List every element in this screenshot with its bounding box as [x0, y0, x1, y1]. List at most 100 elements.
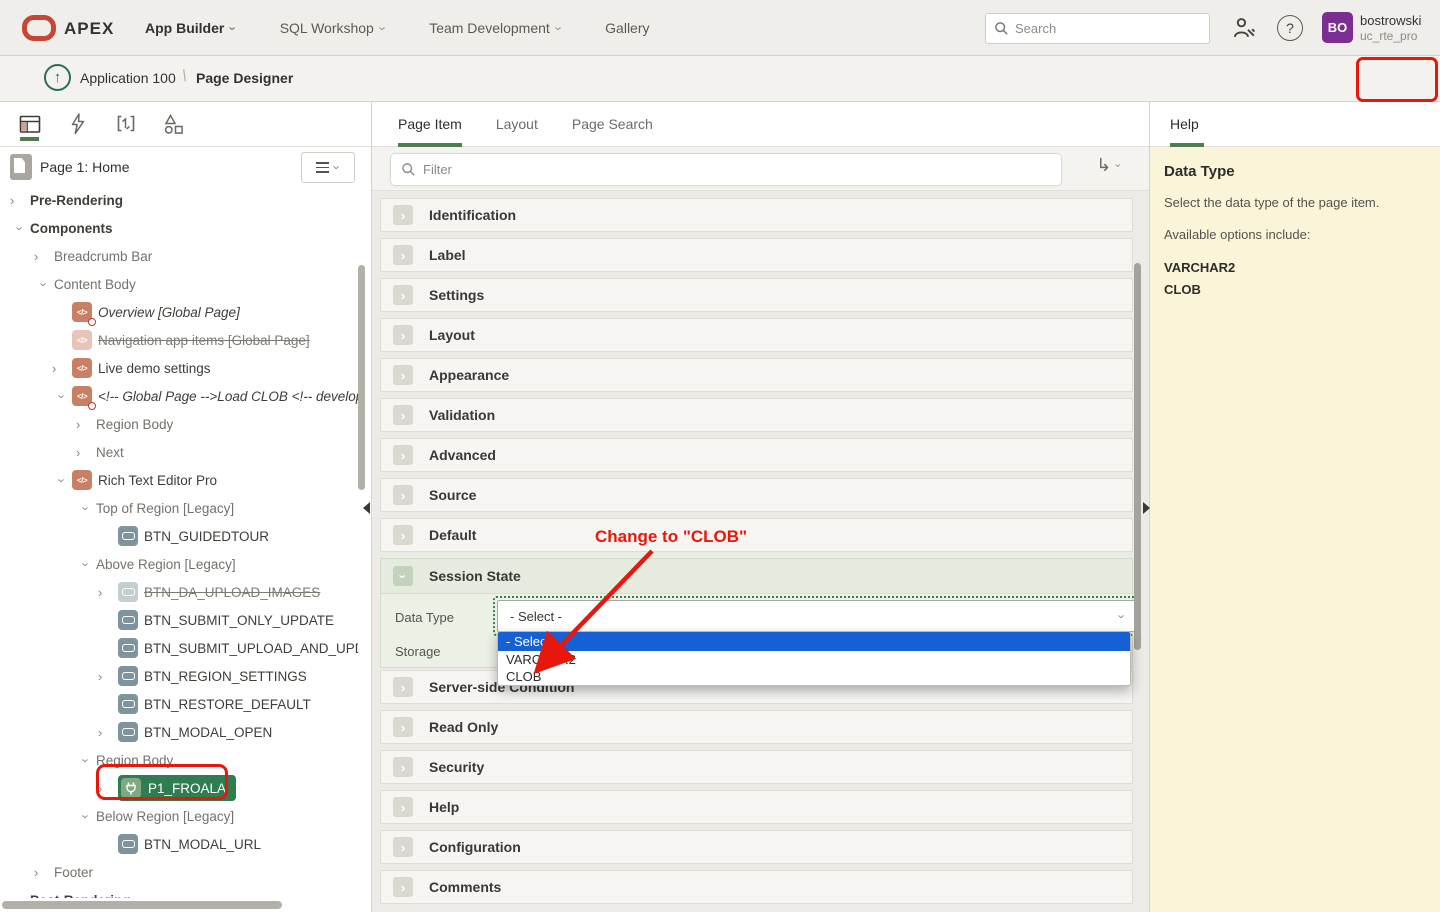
tree-item-region-body[interactable]: ›Region Body	[0, 410, 358, 438]
tree-item-btn-guidedtour[interactable]: ›BTN_GUIDEDTOUR	[0, 522, 358, 550]
dropdown-option-select[interactable]: - Select -	[498, 632, 1130, 651]
tree-item-p1-froala[interactable]: ›P1_FROALA	[0, 774, 358, 802]
tab-processing[interactable]	[114, 109, 138, 139]
tree-item-btn-submit-upload-and-update[interactable]: ›BTN_SUBMIT_UPLOAD_AND_UPDATE	[0, 634, 358, 662]
data-type-select[interactable]: - Select -›	[497, 600, 1137, 632]
tab-dynamic-actions[interactable]	[66, 109, 90, 139]
help-icon[interactable]: ?	[1277, 15, 1303, 41]
section-identification[interactable]: ›Identification	[380, 198, 1133, 232]
chevron-down-icon[interactable]: ›	[79, 554, 94, 574]
tree-item-global-page-load-clob-developmen[interactable]: ›</><!-- Global Page -->Load CLOB <!-- d…	[0, 382, 358, 410]
editor-vertical-scrollbar[interactable]	[1134, 263, 1141, 650]
global-search[interactable]	[985, 13, 1210, 44]
tree-item-navigation-app-items-global-page[interactable]: ›</>Navigation app items [Global Page]	[0, 326, 358, 354]
tree-item-btn-da-upload-images[interactable]: ›BTN_DA_UPLOAD_IMAGES	[0, 578, 358, 606]
chevron-right-icon[interactable]: ›	[34, 865, 54, 880]
section-label[interactable]: ›Label	[380, 238, 1133, 272]
section-help[interactable]: ›Help	[380, 790, 1133, 824]
chevron-right-icon: ›	[393, 405, 413, 425]
section-advanced[interactable]: ›Advanced	[380, 438, 1133, 472]
tree-menu-button[interactable]: ›	[301, 152, 355, 183]
tree-item-label: Navigation app items [Global Page]	[98, 333, 310, 348]
go-to-group-button[interactable]: ↳›	[1096, 155, 1119, 176]
tree-item-next[interactable]: ›Next	[0, 438, 358, 466]
search-input[interactable]	[1015, 21, 1201, 36]
tab-help[interactable]: Help	[1170, 102, 1199, 147]
collapse-right-panel-handle[interactable]	[1143, 502, 1150, 514]
section-session-state[interactable]: ›Session State	[380, 558, 1133, 594]
tree-item-label: <!-- Global Page -->Load CLOB <!-- devel…	[98, 389, 358, 404]
nav-item-sql-workshop[interactable]: SQL Workshop›	[280, 20, 386, 36]
tree-item-above-region-legacy[interactable]: ›Above Region [Legacy]	[0, 550, 358, 578]
tree-item-btn-submit-only-update[interactable]: ›BTN_SUBMIT_ONLY_UPDATE	[0, 606, 358, 634]
nav-item-gallery[interactable]: Gallery	[605, 20, 649, 36]
chevron-down-icon[interactable]: ›	[79, 806, 94, 826]
section-default[interactable]: ›Default	[380, 518, 1133, 552]
nav-item-app-builder[interactable]: App Builder›	[145, 20, 236, 36]
chevron-right-icon[interactable]: ›	[76, 445, 96, 460]
tree-item-breadcrumb-bar[interactable]: ›Breadcrumb Bar	[0, 242, 358, 270]
button-icon	[118, 638, 138, 658]
tab-rendering[interactable]	[18, 109, 42, 139]
chevron-right-icon[interactable]: ›	[76, 417, 96, 432]
tree-item-top-of-region-legacy[interactable]: ›Top of Region [Legacy]	[0, 494, 358, 522]
tree-item-below-region-legacy[interactable]: ›Below Region [Legacy]	[0, 802, 358, 830]
chevron-down-icon[interactable]: ›	[79, 750, 94, 770]
chevron-right-icon[interactable]: ›	[34, 249, 54, 264]
tab-page-shared-components[interactable]	[162, 109, 186, 139]
section-configuration[interactable]: ›Configuration	[380, 830, 1133, 864]
up-level-icon[interactable]: ↑	[44, 64, 71, 91]
tree-item-region-body[interactable]: ›Region Body	[0, 746, 358, 774]
section-label: Appearance	[429, 367, 509, 383]
tree-item-pre-rendering[interactable]: ›Pre-Rendering	[0, 186, 358, 214]
chevron-right-icon[interactable]: ›	[98, 781, 118, 796]
section-layout[interactable]: ›Layout	[380, 318, 1133, 352]
chevron-down-icon[interactable]: ›	[79, 498, 94, 518]
chevron-right-icon[interactable]: ›	[10, 893, 30, 899]
collapse-left-panel-handle[interactable]	[363, 502, 370, 514]
section-label: Security	[429, 759, 484, 775]
chevron-right-icon[interactable]: ›	[52, 361, 72, 376]
chevron-right-icon[interactable]: ›	[98, 585, 118, 600]
tree-item-post-rendering[interactable]: ›Post-Rendering	[0, 886, 358, 898]
tab-page-item[interactable]: Page Item	[398, 102, 462, 147]
avatar[interactable]: BO	[1322, 12, 1353, 43]
tree-item-btn-region-settings[interactable]: ›BTN_REGION_SETTINGS	[0, 662, 358, 690]
chevron-right-icon[interactable]: ›	[10, 193, 30, 208]
tree-item-rich-text-editor-pro[interactable]: ›</>Rich Text Editor Pro	[0, 466, 358, 494]
tree-horizontal-scrollbar[interactable]	[2, 901, 282, 909]
chevron-down-icon[interactable]: ›	[55, 386, 70, 406]
admin-icon[interactable]	[1232, 15, 1258, 41]
tree-item-btn-restore-default[interactable]: ›BTN_RESTORE_DEFAULT	[0, 690, 358, 718]
chevron-right-icon[interactable]: ›	[98, 669, 118, 684]
tree-item-components[interactable]: ›Components	[0, 214, 358, 242]
dropdown-option-clob[interactable]: CLOB	[498, 668, 1130, 685]
section-source[interactable]: ›Source	[380, 478, 1133, 512]
tree-item-overview-global-page[interactable]: ›</>Overview [Global Page]	[0, 298, 358, 326]
chevron-right-icon[interactable]: ›	[98, 725, 118, 740]
chevron-down-icon[interactable]: ›	[55, 470, 70, 490]
section-settings[interactable]: ›Settings	[380, 278, 1133, 312]
tree-vertical-scrollbar[interactable]	[358, 265, 365, 490]
section-appearance[interactable]: ›Appearance	[380, 358, 1133, 392]
tree-item-live-demo-settings[interactable]: ›</>Live demo settings	[0, 354, 358, 382]
section-read-only[interactable]: ›Read Only	[380, 710, 1133, 744]
section-security[interactable]: ›Security	[380, 750, 1133, 784]
tab-page-search[interactable]: Page Search	[572, 102, 653, 147]
nav-item-team-development[interactable]: Team Development›	[429, 20, 561, 36]
breadcrumb-application[interactable]: Application 100	[80, 70, 176, 86]
chevron-down-icon[interactable]: ›	[13, 218, 28, 238]
chevron-down-icon[interactable]: ›	[37, 274, 52, 294]
tab-layout[interactable]: Layout	[496, 102, 538, 147]
dropdown-option-varchar2[interactable]: VARCHAR2	[498, 651, 1130, 668]
tree-item-btn-modal-url[interactable]: ›BTN_MODAL_URL	[0, 830, 358, 858]
tree-item-footer[interactable]: ›Footer	[0, 858, 358, 886]
tree-item-btn-modal-open[interactable]: ›BTN_MODAL_OPEN	[0, 718, 358, 746]
filter-field[interactable]	[390, 153, 1062, 186]
filter-input[interactable]	[423, 162, 1051, 177]
section-comments[interactable]: ›Comments	[380, 870, 1133, 904]
section-validation[interactable]: ›Validation	[380, 398, 1133, 432]
code-icon: </>	[72, 302, 92, 322]
selected-tree-item-pill[interactable]: P1_FROALA	[118, 775, 236, 801]
tree-item-content-body[interactable]: ›Content Body	[0, 270, 358, 298]
